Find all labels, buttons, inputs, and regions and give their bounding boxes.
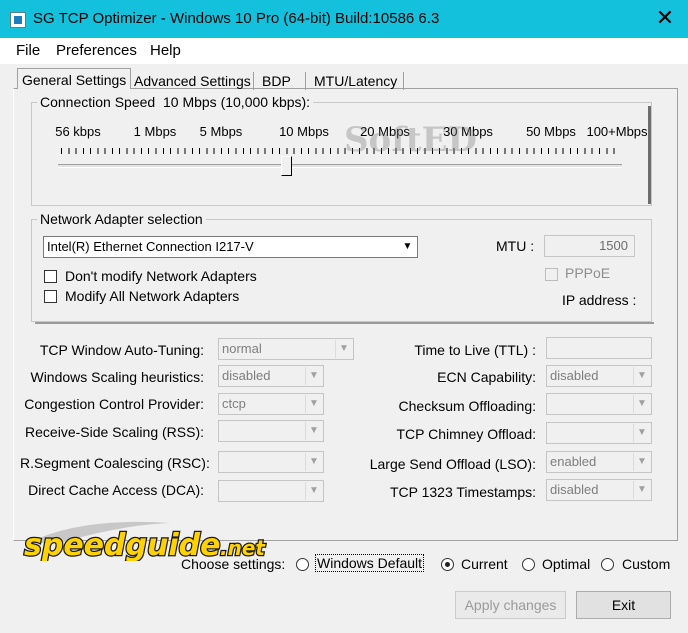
radio-custom-label[interactable]: Custom [622,556,670,572]
group-shadow [648,106,651,204]
dca-label: Direct Cache Access (DCA): [28,482,204,498]
speed-mark: 100+Mbps [586,124,648,139]
ttl-input[interactable] [546,337,652,359]
radio-current-label[interactable]: Current [461,556,508,572]
pppoe-label: PPPoE [565,265,611,281]
chevron-down-icon: ▼ [305,453,322,471]
pppoe-checkbox[interactable] [545,268,558,281]
speed-mark: 10 Mbps [279,124,329,139]
speed-mark: 56 kbps [55,124,101,139]
menu-help[interactable]: Help [150,42,181,59]
mtu-label: MTU : [496,238,535,254]
speedguide-logo: speedguide .net [23,521,268,561]
radio-optimal-label[interactable]: Optimal [542,556,590,572]
lso-label: Large Send Offload (LSO): [369,456,536,472]
ttl-label: Time to Live (TTL) : [414,342,536,358]
speed-slider-thumb[interactable] [281,156,292,176]
menu-preferences[interactable]: Preferences [56,42,137,59]
rsc-label: R.Segment Coalescing (RSC): [20,455,210,471]
rsc-select[interactable]: ▼ [218,451,324,473]
chevron-down-icon: ▼ [305,482,322,500]
tab-general-settings[interactable]: General Settings [17,68,132,89]
rss-label: Receive-Side Scaling (RSS): [25,424,204,440]
menu-bar: File Preferences Help [0,38,688,64]
tab-divider [403,72,404,90]
chevron-down-icon: ▼ [633,367,650,385]
tab-divider [253,72,254,90]
connection-speed-group: Connection Speed 10 Mbps (10,000 kbps): [31,94,652,206]
chevron-down-icon: ▼ [633,424,650,442]
adapter-select[interactable]: Intel(R) Ethernet Connection I217-V ▼ [43,236,418,258]
chevron-down-icon: ▼ [402,241,413,252]
ecn-capability-select[interactable]: disabled ▼ [546,365,652,387]
radio-custom[interactable] [601,558,614,571]
dont-modify-adapters-checkbox[interactable] [44,270,57,283]
title-bar: SG TCP Optimizer - Windows 10 Pro (64-bi… [0,0,688,38]
logo-suffix: .net [220,536,266,560]
tcp-1323-timestamps-select[interactable]: disabled ▼ [546,479,652,501]
radio-windows-default-label[interactable]: Windows Default [315,554,425,572]
chevron-down-icon: ▼ [305,367,322,385]
dca-select[interactable]: ▼ [218,480,324,502]
radio-windows-default[interactable] [296,558,309,571]
radio-current[interactable] [441,558,454,571]
tab-bdp[interactable]: BDP [262,73,291,89]
dont-modify-adapters-label: Don't modify Network Adapters [65,268,257,284]
ip-address-label: IP address : [562,292,637,308]
tcp-1323-timestamps-label: TCP 1323 Timestamps: [389,484,536,500]
ecn-capability-label: ECN Capability: [437,369,536,385]
logo-text: speedguide [24,528,220,561]
tcp-chimney-select[interactable]: ▼ [546,422,652,444]
speed-mark: 5 Mbps [199,124,243,139]
close-icon[interactable]: ✕ [642,0,688,38]
app-icon [10,12,26,28]
tab-mtu-latency[interactable]: MTU/Latency [314,73,397,89]
checksum-offloading-label: Checksum Offloading: [398,398,536,414]
connection-speed-legend: Connection Speed 10 Mbps (10,000 kbps): [37,94,314,110]
apply-changes-button[interactable]: Apply changes [455,591,566,619]
chevron-down-icon: ▼ [335,340,352,358]
tcp-window-autotuning-select[interactable]: normal ▼ [218,338,354,360]
separator [35,322,654,324]
tcp-window-autotuning-label: TCP Window Auto-Tuning: [39,342,204,358]
modify-all-adapters-label: Modify All Network Adapters [65,288,240,304]
congestion-control-label: Congestion Control Provider: [24,396,204,412]
network-adapter-legend: Network Adapter selection [37,211,206,227]
tab-divider [305,72,306,90]
congestion-control-select[interactable]: ctcp ▼ [218,393,324,415]
tcp-chimney-label: TCP Chimney Offload: [396,426,536,442]
speed-mark: 1 Mbps [133,124,177,139]
watermark-logo: SoftED [344,120,477,160]
speed-mark: 50 Mbps [526,124,576,139]
checksum-offloading-select[interactable]: ▼ [546,393,652,415]
lso-select[interactable]: enabled ▼ [546,451,652,473]
mtu-input[interactable]: 1500 [544,235,635,257]
exit-button[interactable]: Exit [576,591,671,619]
chevron-down-icon: ▼ [633,453,650,471]
chevron-down-icon: ▼ [633,481,650,499]
chevron-down-icon: ▼ [305,395,322,413]
windows-scaling-select[interactable]: disabled ▼ [218,365,324,387]
tab-advanced-settings[interactable]: Advanced Settings [134,73,251,89]
windows-scaling-label: Windows Scaling heuristics: [30,369,204,385]
chevron-down-icon: ▼ [305,422,322,440]
speed-slider-track[interactable] [58,164,622,168]
modify-all-adapters-checkbox[interactable] [44,290,57,303]
menu-file[interactable]: File [16,42,40,59]
radio-optimal[interactable] [522,558,535,571]
chevron-down-icon: ▼ [633,395,650,413]
window-title: SG TCP Optimizer - Windows 10 Pro (64-bi… [33,10,440,27]
speed-slider-ticks [61,148,621,154]
rss-select[interactable]: ▼ [218,420,324,442]
